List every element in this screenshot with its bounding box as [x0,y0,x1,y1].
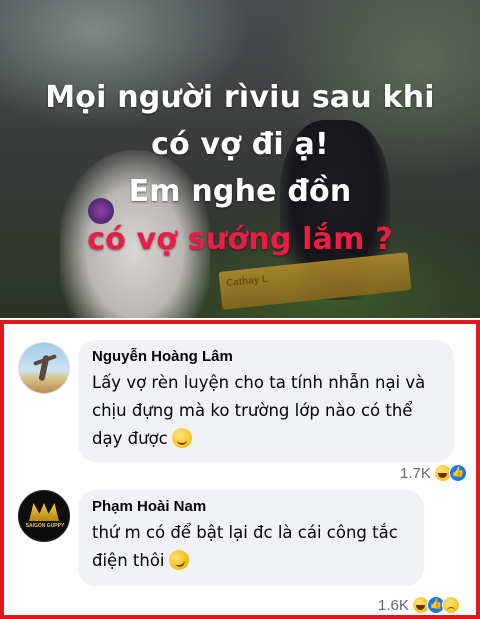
banner-title-line-3: Em nghe đồn [128,174,352,209]
comment-text: Lấy vợ rèn luyện cho ta tính nhẫn nại và… [92,369,440,453]
reaction-summary[interactable]: 1.7K 👍 [400,462,467,484]
avatar[interactable]: SAIGON GUPPY [18,490,70,542]
crown-logo-icon [29,503,59,521]
meme-banner-image: Cathay L Mọi người rìviu sau khi có vợ đ… [0,0,480,318]
comment-text: thứ m có để bật lại đc là cái công tắc đ… [92,519,410,575]
comment-text-body: Lấy vợ rèn luyện cho ta tính nhẫn nại và… [92,373,426,448]
rolling-on-floor-laughing-icon [165,547,192,573]
banner-title-line-2: có vợ đi ạ! [151,127,329,162]
slightly-smiling-face-icon [171,428,192,448]
comments-section: Nguyễn Hoàng Lâm Lấy vợ rèn luyện cho ta… [0,320,480,619]
reaction-count: 1.7K [400,464,431,482]
comment-text-body: thứ m có để bật lại đc là cái công tắc đ… [92,523,398,570]
comment-author[interactable]: Nguyễn Hoàng Lâm [92,348,440,365]
banner-title-line-1: Mọi người rìviu sau khi [45,80,435,115]
banner-title-line-4: có vợ sướng lắm ? [87,222,393,257]
reaction-summary[interactable]: 1.6K 👍 [378,594,460,616]
comment-author[interactable]: Phạm Hoài Nam [92,498,410,515]
avatar[interactable] [18,342,70,394]
sad-reaction-icon [441,596,460,614]
comment-bubble: Phạm Hoài Nam thứ m có để bật lại đc là … [78,490,424,586]
avatar-logo-text: SAIGON GUPPY [25,523,65,529]
like-reaction-icon: 👍 [448,464,467,482]
reaction-count: 1.6K [378,596,409,614]
comment-bubble: Nguyễn Hoàng Lâm Lấy vợ rèn luyện cho ta… [78,340,454,462]
